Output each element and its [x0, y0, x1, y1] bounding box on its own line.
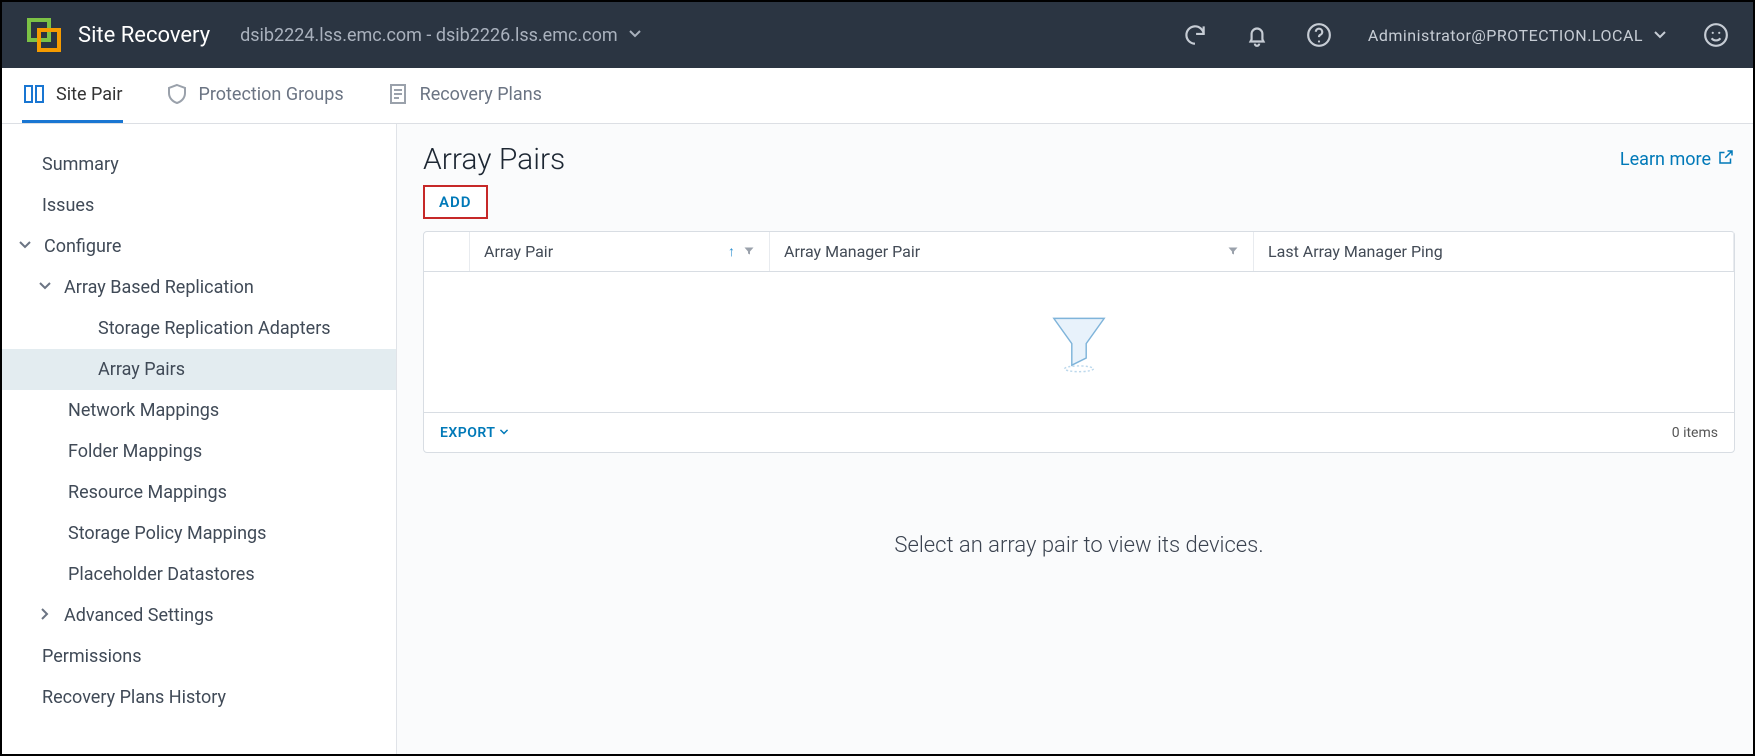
smiley-icon[interactable] [1703, 22, 1729, 48]
array-pairs-table: Array Pair ↑ Array Manager Pair La [423, 231, 1735, 453]
sort-ascending-icon[interactable]: ↑ [728, 243, 735, 260]
sidebar-item-network-mappings[interactable]: Network Mappings [2, 390, 396, 431]
top-action-icons: Administrator@PROTECTION.LOCAL [1182, 22, 1729, 48]
filter-icon[interactable] [743, 242, 755, 261]
column-label: Array Pair [484, 242, 553, 261]
app-title: Site Recovery [78, 23, 210, 48]
chevron-down-icon [628, 25, 642, 46]
site-pair-text: dsib2224.lss.emc.com - dsib2226.lss.emc.… [240, 25, 618, 46]
main-tabs: Site Pair Protection Groups Recovery Pla… [2, 68, 1753, 124]
sidebar-item-placeholder-datastores[interactable]: Placeholder Datastores [2, 554, 396, 595]
chevron-down-icon [1653, 28, 1667, 42]
column-last-ping[interactable]: Last Array Manager Ping [1254, 232, 1734, 271]
learn-more-label: Learn more [1620, 149, 1711, 170]
chevron-down-icon [18, 236, 36, 257]
tab-label: Protection Groups [199, 84, 344, 105]
sidebar-item-folder-mappings[interactable]: Folder Mappings [2, 431, 396, 472]
main-content: Array Pairs Learn more ADD Array Pair ↑ [397, 124, 1753, 754]
bell-icon[interactable] [1244, 22, 1270, 48]
external-link-icon [1717, 148, 1735, 171]
sidebar: Summary Issues Configure Array Based Rep… [2, 124, 397, 754]
sidebar-item-issues[interactable]: Issues [2, 185, 396, 226]
sidebar-item-array-based-replication[interactable]: Array Based Replication [2, 267, 396, 308]
site-pair-icon [22, 82, 46, 106]
items-count: 0 items [1672, 425, 1718, 441]
sidebar-item-array-pairs[interactable]: Array Pairs [2, 349, 396, 390]
tab-site-pair[interactable]: Site Pair [22, 68, 123, 123]
sidebar-item-storage-policy-mappings[interactable]: Storage Policy Mappings [2, 513, 396, 554]
chevron-down-icon [499, 425, 509, 441]
chevron-right-icon [38, 605, 56, 626]
sidebar-item-storage-replication-adapters[interactable]: Storage Replication Adapters [2, 308, 396, 349]
sort-controls: ↑ [728, 242, 755, 261]
column-checkbox[interactable] [424, 232, 470, 271]
empty-hint: Select an array pair to view its devices… [423, 533, 1735, 558]
filter-icon[interactable] [1227, 242, 1239, 261]
table-footer: EXPORT 0 items [424, 412, 1734, 452]
sidebar-item-permissions[interactable]: Permissions [2, 636, 396, 677]
body: Summary Issues Configure Array Based Rep… [2, 124, 1753, 754]
column-array-manager-pair[interactable]: Array Manager Pair [770, 232, 1254, 271]
sidebar-item-resource-mappings[interactable]: Resource Mappings [2, 472, 396, 513]
tab-label: Site Pair [56, 84, 123, 105]
user-name: Administrator@PROTECTION.LOCAL [1368, 26, 1643, 45]
table-header: Array Pair ↑ Array Manager Pair La [424, 232, 1734, 272]
add-button[interactable]: ADD [423, 185, 488, 219]
tab-protection-groups[interactable]: Protection Groups [165, 68, 344, 123]
export-button[interactable]: EXPORT [440, 425, 509, 441]
export-label: EXPORT [440, 425, 495, 441]
help-icon[interactable] [1306, 22, 1332, 48]
funnel-empty-icon [1043, 304, 1115, 380]
user-menu[interactable]: Administrator@PROTECTION.LOCAL [1368, 26, 1667, 45]
chevron-down-icon [38, 277, 56, 298]
site-pair-dropdown[interactable]: dsib2224.lss.emc.com - dsib2226.lss.emc.… [240, 25, 642, 46]
learn-more-link[interactable]: Learn more [1620, 148, 1735, 171]
column-label: Array Manager Pair [784, 242, 920, 261]
sidebar-item-configure[interactable]: Configure [2, 226, 396, 267]
tab-label: Recovery Plans [420, 84, 542, 105]
sidebar-item-summary[interactable]: Summary [2, 144, 396, 185]
column-label: Last Array Manager Ping [1268, 242, 1443, 261]
logo-area: Site Recovery [26, 17, 210, 53]
top-bar: Site Recovery dsib2224.lss.emc.com - dsi… [2, 2, 1753, 68]
page-title: Array Pairs [423, 142, 565, 177]
sidebar-item-recovery-plans-history[interactable]: Recovery Plans History [2, 677, 396, 718]
refresh-icon[interactable] [1182, 22, 1208, 48]
column-array-pair[interactable]: Array Pair ↑ [470, 232, 770, 271]
shield-icon [165, 82, 189, 106]
page-header: Array Pairs Learn more [423, 142, 1735, 177]
sidebar-item-advanced-settings[interactable]: Advanced Settings [2, 595, 396, 636]
sidebar-label: Advanced Settings [64, 605, 214, 626]
table-empty-body [424, 272, 1734, 412]
document-icon [386, 82, 410, 106]
sidebar-label: Configure [44, 236, 121, 257]
app-logo-icon [26, 17, 62, 53]
sidebar-label: Array Based Replication [64, 277, 254, 298]
tab-recovery-plans[interactable]: Recovery Plans [386, 68, 542, 123]
